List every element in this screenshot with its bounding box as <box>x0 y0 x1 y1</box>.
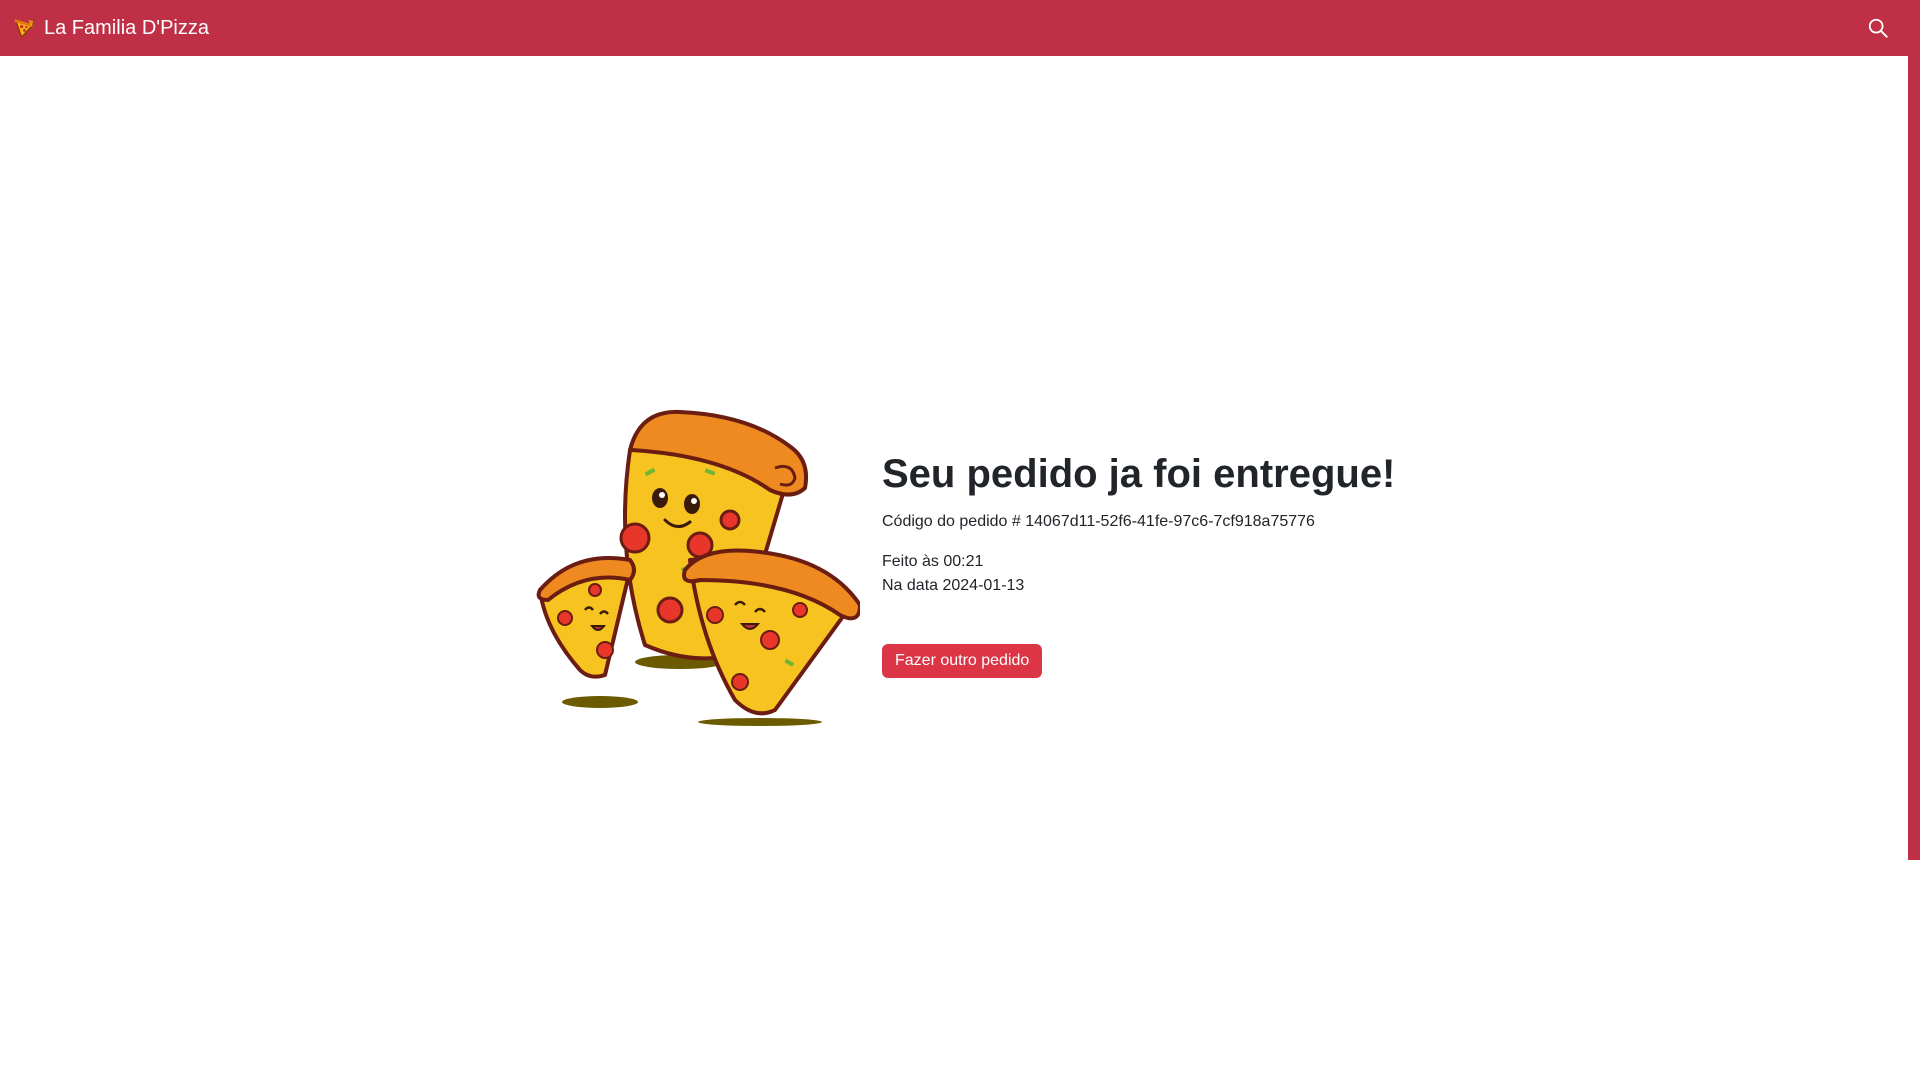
search-button[interactable] <box>1864 14 1892 42</box>
order-time: Feito às 00:21 <box>882 553 984 570</box>
order-status-title: Seu pedido ja foi entregue! <box>882 452 1396 496</box>
brand-link[interactable]: La Familia D'Pizza <box>13 17 209 40</box>
top-navbar: La Familia D'Pizza <box>0 0 1908 56</box>
brand-name: La Familia D'Pizza <box>44 16 209 39</box>
order-code: Código do pedido # 14067d11-52f6-41fe-97… <box>882 513 1315 530</box>
search-icon <box>1868 18 1888 38</box>
pizza-slice-icon <box>14 17 35 38</box>
new-order-button[interactable]: Fazer outro pedido <box>882 644 1043 678</box>
order-confirmation: Seu pedido ja foi entregue! Código do pe… <box>530 400 1395 730</box>
order-info: Seu pedido ja foi entregue! Código do pe… <box>882 452 1395 678</box>
pizza-illustration <box>536 409 860 726</box>
order-date: Na data 2024-01-13 <box>882 577 1025 594</box>
scrollbar-thumb[interactable] <box>1908 0 1920 860</box>
